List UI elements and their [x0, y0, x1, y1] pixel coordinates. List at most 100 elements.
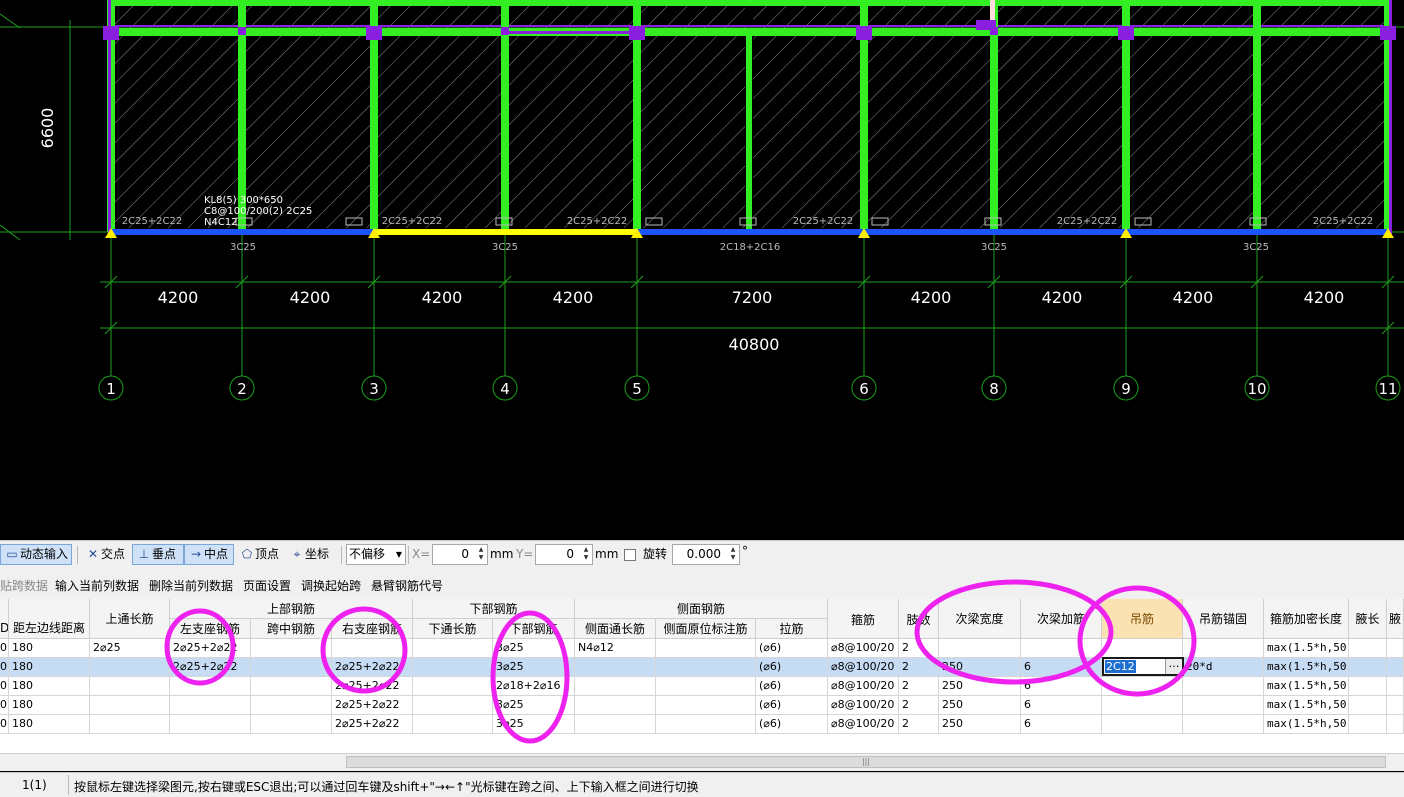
table-cell-side-orig[interactable] [656, 677, 756, 696]
table-cell[interactable] [1387, 658, 1404, 677]
table-cell[interactable] [1387, 696, 1404, 715]
table-cell-dist[interactable]: 180 [9, 658, 90, 677]
table-cell-bottom-through[interactable] [413, 658, 493, 677]
cantilever-rebar-code-button[interactable]: 悬臂钢筋代号 [371, 577, 443, 594]
hanger-edit-input[interactable]: 2C12 … [1102, 657, 1184, 676]
offset-dropdown[interactable]: 不偏移 ▼ [346, 544, 406, 565]
table-cell-tie[interactable]: (⌀6) [756, 658, 828, 677]
table-cell-dist[interactable]: 180 [9, 677, 90, 696]
delete-current-column-button[interactable]: 删除当前列数据 [149, 577, 233, 594]
table-cell-sec-width[interactable] [939, 639, 1021, 658]
table-cell-haunch[interactable] [1349, 639, 1387, 658]
table-cell-mid-span[interactable] [251, 677, 332, 696]
table-cell-side-through[interactable] [575, 658, 656, 677]
table-cell-sec-width[interactable]: 250 [939, 677, 1021, 696]
table-cell-bottom-rebar[interactable]: 3⌀25 [493, 715, 575, 734]
table-cell-bottom-rebar[interactable]: 2⌀18+2⌀16 [493, 677, 575, 696]
table-cell-side-orig[interactable] [656, 639, 756, 658]
table-cell-legs[interactable]: 2 [899, 677, 939, 696]
table-cell-left-support[interactable] [170, 677, 251, 696]
table-cell-left-support[interactable] [170, 715, 251, 734]
table-cell-c0[interactable]: 0 [0, 696, 9, 715]
y-input[interactable]: 0 ▲ ▼ [535, 544, 593, 565]
table-cell-legs[interactable]: 2 [899, 639, 939, 658]
x-input[interactable]: 0 ▲ ▼ [432, 544, 488, 565]
table-cell-bottom-through[interactable] [413, 639, 493, 658]
table-cell-right-support[interactable]: 2⌀25+2⌀22 [332, 677, 413, 696]
table-cell-right-support[interactable]: 2⌀25+2⌀22 [332, 658, 413, 677]
cad-drawing-area[interactable]: 4200 4200 4200 4200 7200 4200 4200 4200 4200 4080… [0, 0, 1404, 540]
table-cell-hanger-anchor[interactable] [1183, 696, 1264, 715]
table-cell-hanger[interactable] [1102, 696, 1183, 715]
table-cell-sec-width[interactable]: 250 [939, 696, 1021, 715]
table-cell-legs[interactable]: 2 [899, 696, 939, 715]
table-cell-top-through[interactable] [90, 715, 170, 734]
table-cell-sec-add[interactable]: 6 [1021, 696, 1102, 715]
column-header-tie[interactable]: 拉筋 [756, 619, 828, 639]
column-header-top-through[interactable]: 上通长筋 [90, 599, 170, 639]
swap-start-span-button[interactable]: 调换起始跨 [301, 577, 361, 594]
table-cell-side-through[interactable] [575, 696, 656, 715]
table-cell-sec-add[interactable] [1021, 639, 1102, 658]
table-cell-side-through[interactable]: N4⌀12 [575, 639, 656, 658]
table-cell-bottom-through[interactable] [413, 696, 493, 715]
table-cell-c0[interactable]: 0 [0, 658, 9, 677]
table-cell-top-through[interactable]: 2⌀25 [90, 639, 170, 658]
table-cell-top-through[interactable] [90, 677, 170, 696]
column-header-legs[interactable]: 肢数 [899, 599, 939, 639]
column-header-c0[interactable]: D [0, 599, 9, 639]
table-cell-bottom-rebar[interactable]: 3⌀25 [493, 639, 575, 658]
column-header-bottom-rebar[interactable]: 下部钢筋 [493, 619, 575, 639]
table-cell-side-through[interactable] [575, 715, 656, 734]
table-cell-sec-add[interactable]: 6 [1021, 715, 1102, 734]
table-cell-stirrup[interactable]: ⌀8@100/20 [828, 715, 899, 734]
column-header-haunch[interactable]: 腋长 [1349, 599, 1387, 639]
table-cell-mid-span[interactable] [251, 639, 332, 658]
table-cell-bottom-through[interactable] [413, 677, 493, 696]
table-cell-left-support[interactable] [170, 696, 251, 715]
column-header-hanger[interactable]: 吊筋 [1102, 599, 1183, 639]
table-cell-stirrup[interactable]: ⌀8@100/20 [828, 639, 899, 658]
scrollbar-thumb[interactable]: ||| [346, 756, 1386, 768]
rotate-input[interactable]: 0.000 ▲ ▼ [672, 544, 740, 565]
rotate-checkbox[interactable] [624, 549, 636, 561]
table-cell[interactable] [1387, 677, 1404, 696]
column-header-stirrup[interactable]: 箍筋 [828, 599, 899, 639]
column-header-side-orig[interactable]: 侧面原位标注筋 [656, 619, 756, 639]
table-cell-c0[interactable]: 0 [0, 715, 9, 734]
midpoint-snap-button[interactable]: → 中点 [184, 544, 234, 565]
table-cell-mid-span[interactable] [251, 696, 332, 715]
table-cell-legs[interactable]: 2 [899, 715, 939, 734]
table-cell-sec-add[interactable]: 6 [1021, 677, 1102, 696]
column-header-haunch2[interactable]: 腋 [1387, 599, 1404, 639]
table-cell[interactable] [1387, 639, 1404, 658]
table-cell-top-through[interactable] [90, 696, 170, 715]
column-header-hanger-anchor[interactable]: 吊筋锚固 [1183, 599, 1264, 639]
column-header-right-support[interactable]: 右支座钢筋 [332, 619, 413, 639]
table-cell-stirrup[interactable]: ⌀8@100/20 [828, 677, 899, 696]
table-cell-tie[interactable]: (⌀6) [756, 677, 828, 696]
table-cell-right-support[interactable]: 2⌀25+2⌀22 [332, 696, 413, 715]
table-cell-stirrup[interactable]: ⌀8@100/20 [828, 658, 899, 677]
table-cell-dense-len[interactable]: max(1.5*h,50 [1264, 677, 1349, 696]
column-header-bottom-through[interactable]: 下通长筋 [413, 619, 493, 639]
table-cell-right-support[interactable]: 2⌀25+2⌀22 [332, 715, 413, 734]
table-cell-hanger-anchor[interactable] [1183, 715, 1264, 734]
table-cell-top-through[interactable] [90, 658, 170, 677]
table-cell-stirrup[interactable]: ⌀8@100/20 [828, 696, 899, 715]
page-setup-button[interactable]: 页面设置 [243, 577, 291, 594]
table-cell-side-orig[interactable] [656, 658, 756, 677]
table-cell-dense-len[interactable]: max(1.5*h,50 [1264, 658, 1349, 677]
table-cell-bottom-through[interactable] [413, 715, 493, 734]
table-cell-dist[interactable]: 180 [9, 696, 90, 715]
horizontal-scrollbar[interactable]: ||| [0, 753, 1404, 771]
table-cell-hanger-anchor[interactable] [1183, 677, 1264, 696]
spinner-icon[interactable]: ▲ ▼ [476, 546, 486, 563]
column-header-dist[interactable]: 距左边线距离 [9, 599, 90, 639]
table-cell-right-support[interactable] [332, 639, 413, 658]
table-cell-mid-span[interactable] [251, 715, 332, 734]
table-cell-hanger[interactable] [1102, 639, 1183, 658]
table-cell-bottom-rebar[interactable]: 3⌀25 [493, 658, 575, 677]
intersection-snap-button[interactable]: ✕ 交点 [82, 544, 136, 565]
perpendicular-snap-button[interactable]: ⊥ 垂点 [132, 544, 184, 565]
